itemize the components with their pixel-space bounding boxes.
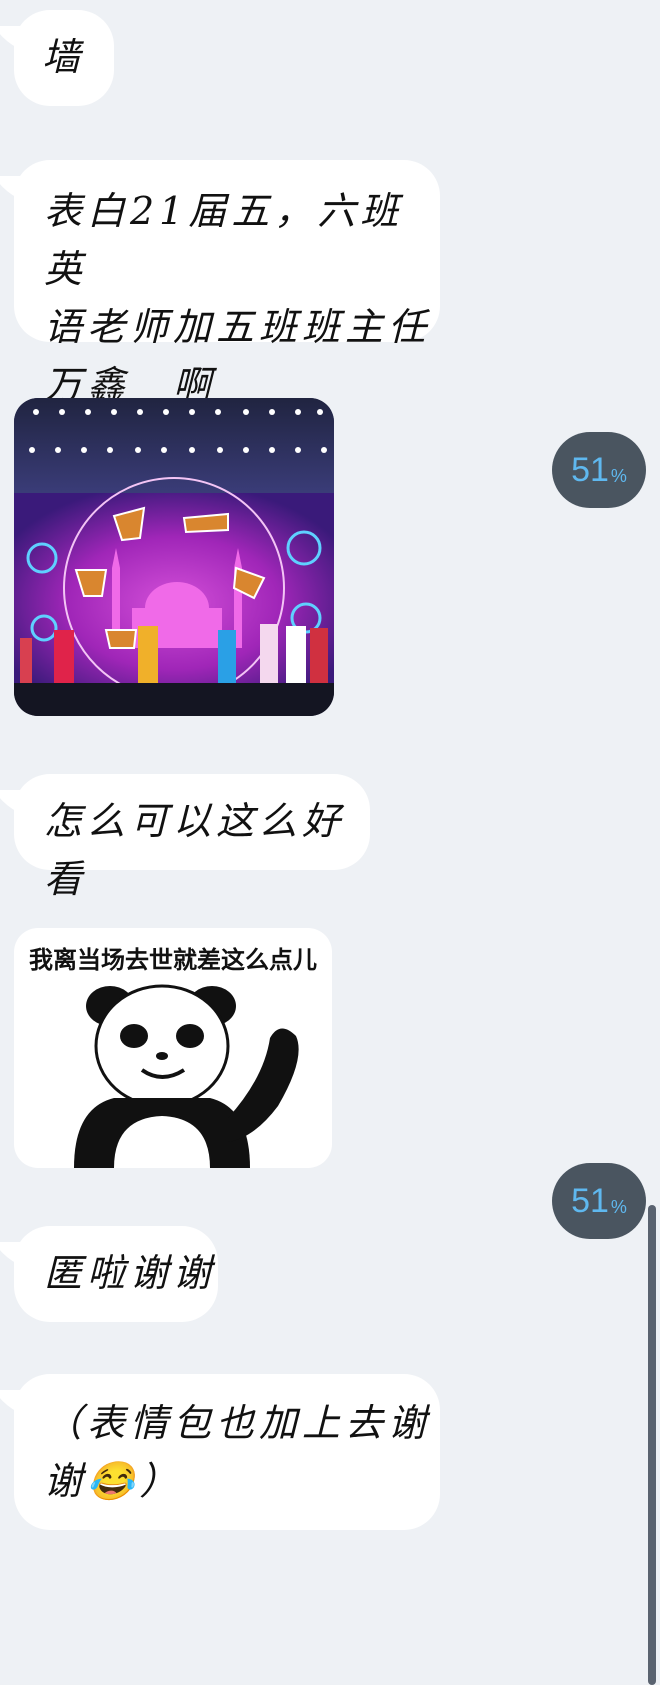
message-text-line-2: 语老师加五班班主任	[44, 305, 432, 349]
scrollbar[interactable]	[648, 1205, 656, 1685]
percent-unit: %	[610, 1196, 627, 1217]
message-text-line-1: 表白21届五，六班英	[44, 189, 404, 291]
stage-performance-photo-icon	[14, 398, 334, 716]
message-bubble-1[interactable]: 墙	[14, 10, 114, 106]
meme-caption: 我离当场去世就差这么点儿	[29, 946, 317, 974]
percent-badge-1[interactable]: 51 %	[552, 432, 646, 508]
message-bubble-2[interactable]: 表白21届五，六班英 语老师加五班班主任 万鑫 啊	[14, 160, 440, 407]
percent-value: 51	[571, 450, 609, 489]
message-bubble-4[interactable]: 匿啦谢谢	[14, 1226, 218, 1322]
message-text: 怎么可以这么好看	[44, 799, 346, 901]
message-text: 匿啦谢谢	[44, 1251, 217, 1295]
percent-badge-2[interactable]: 51 %	[552, 1163, 646, 1239]
message-bubble-5[interactable]: （表情包也加上去谢 谢😂）	[14, 1374, 440, 1530]
percent-value: 51	[571, 1181, 609, 1220]
percent-unit: %	[610, 465, 627, 486]
message-text: 墙	[42, 35, 86, 79]
message-bubble-3[interactable]: 怎么可以这么好看	[14, 774, 370, 901]
meme-image-message[interactable]: 我离当场去世就差这么点儿	[14, 928, 332, 1168]
message-text-line-2: 谢😂）	[44, 1459, 183, 1503]
stage-photo-message[interactable]	[14, 398, 334, 716]
message-text-line-1: （表情包也加上去谢	[44, 1401, 432, 1445]
